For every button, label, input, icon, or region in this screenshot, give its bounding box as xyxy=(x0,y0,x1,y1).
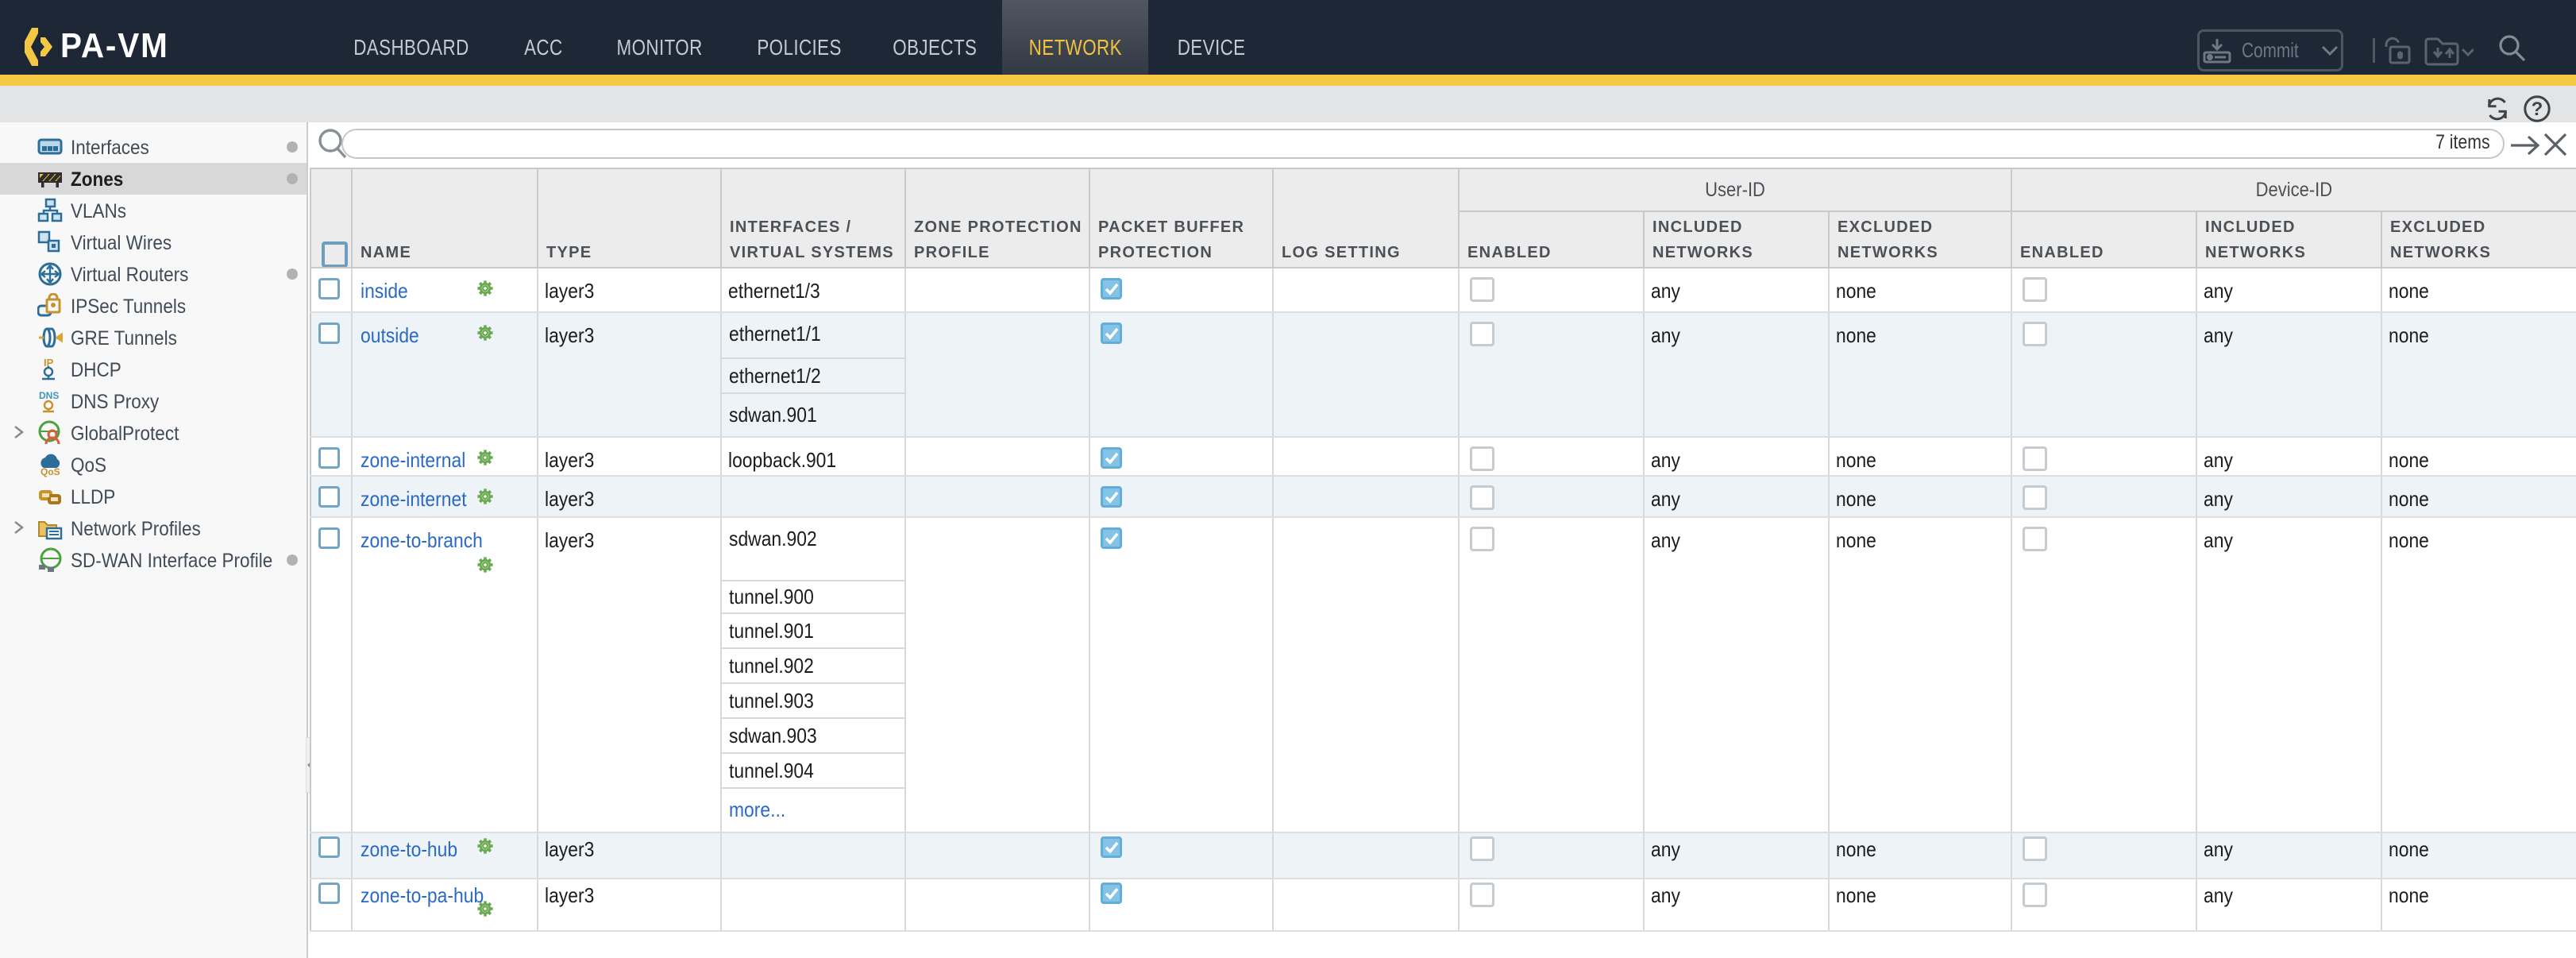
svg-text:DNS: DNS xyxy=(39,390,59,401)
svg-text:?: ? xyxy=(2532,99,2543,120)
svg-text:QoS: QoS xyxy=(40,466,60,477)
